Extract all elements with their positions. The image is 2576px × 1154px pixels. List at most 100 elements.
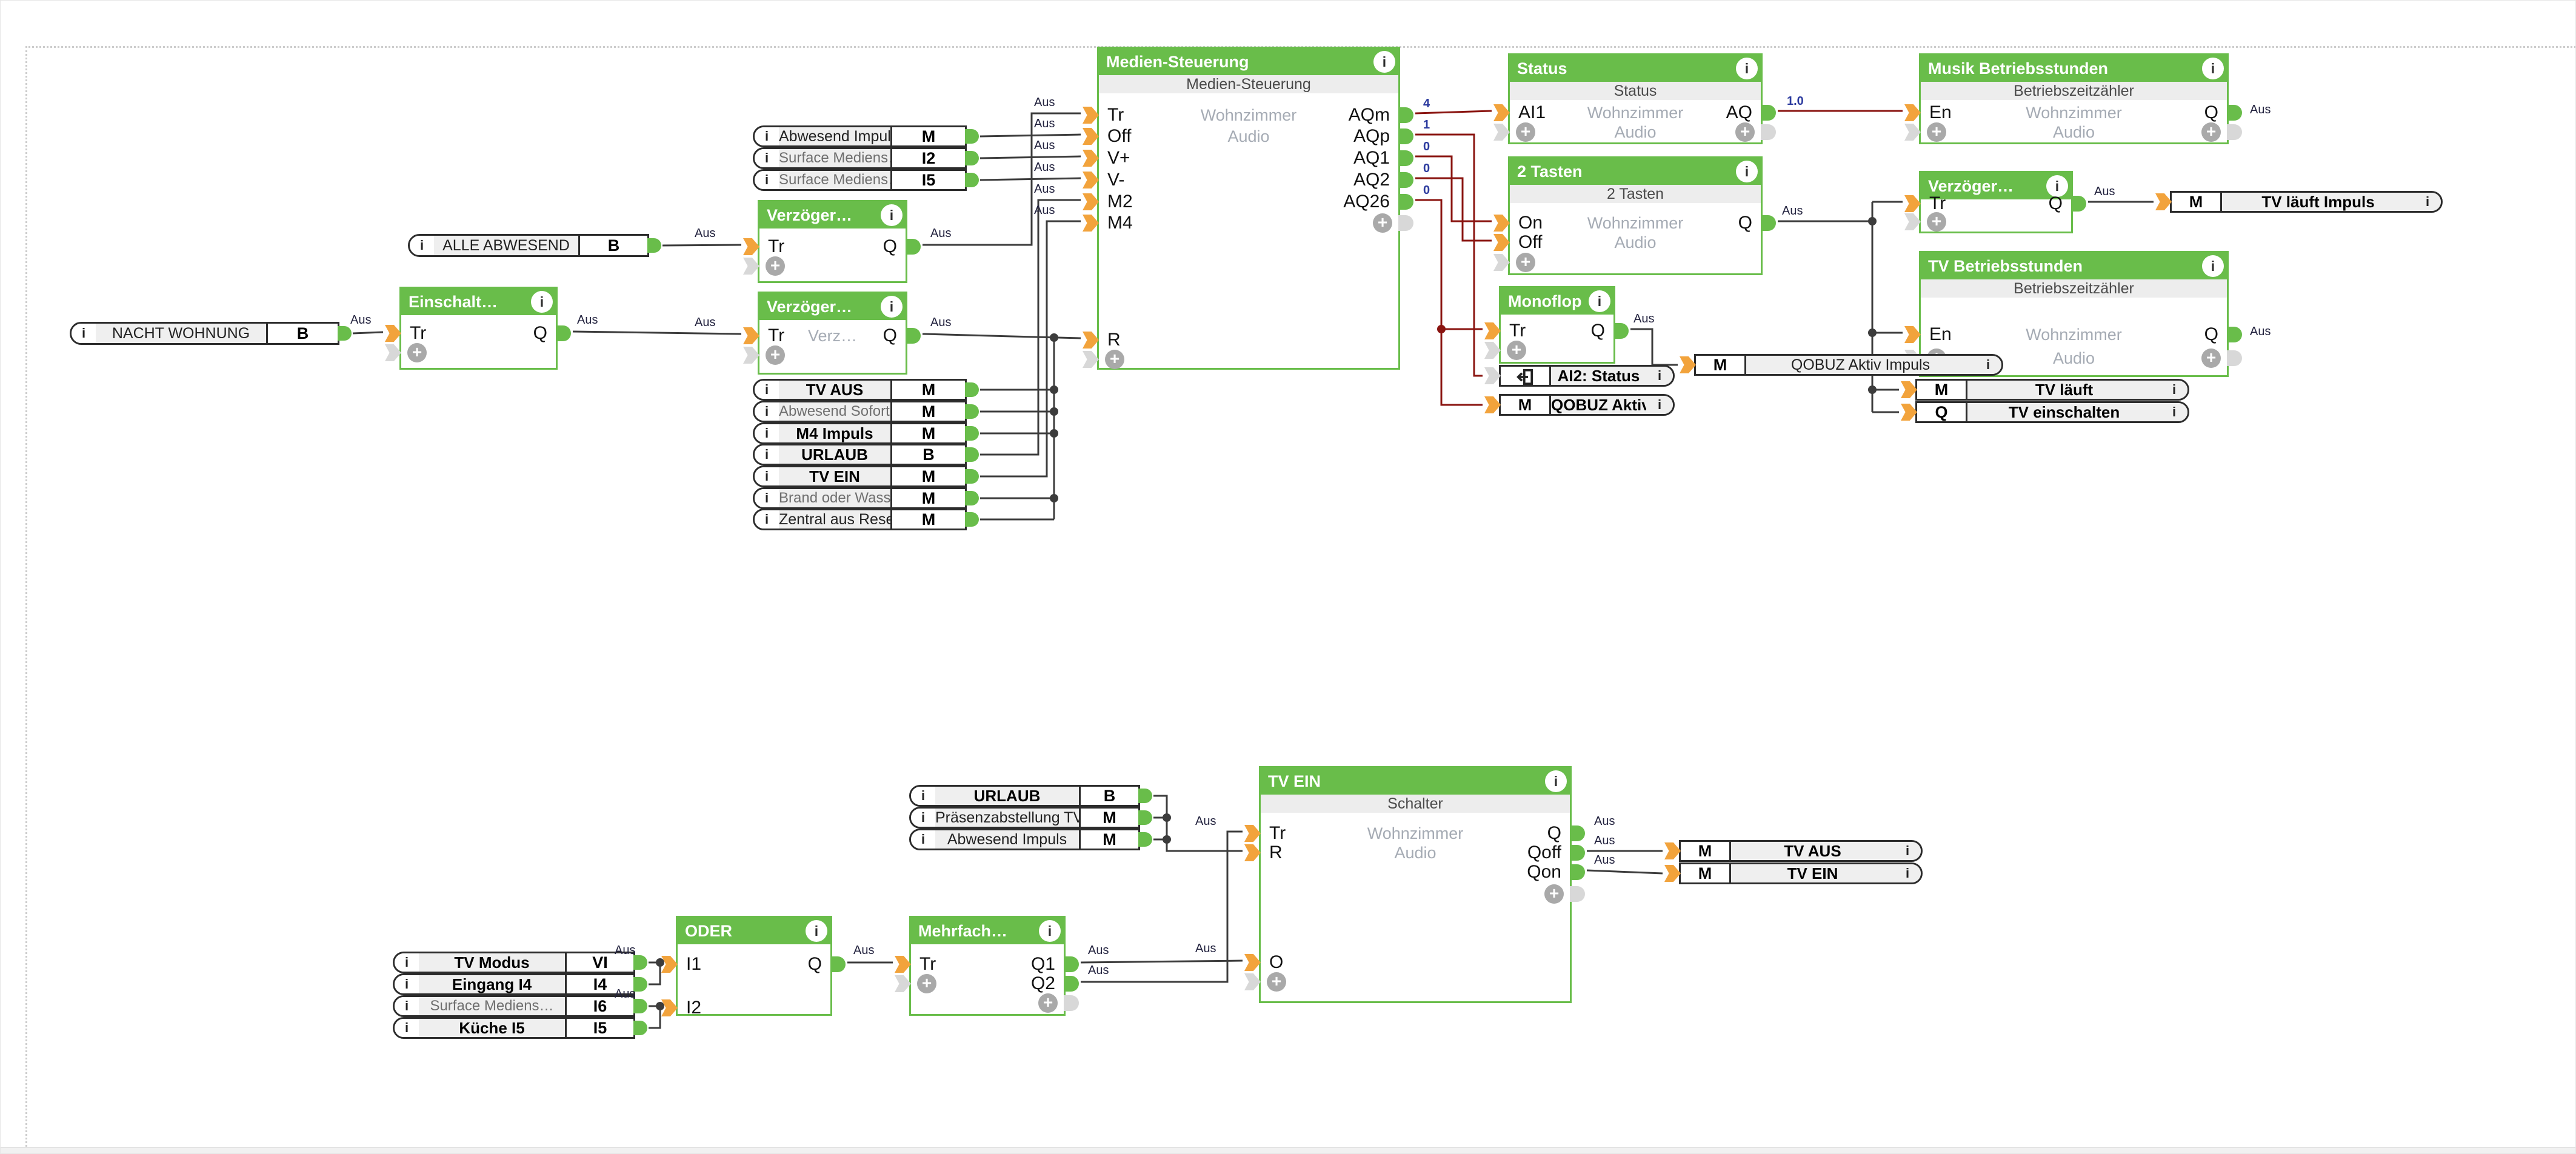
block-medien-steuerung[interactable]: Medien-Steuerung i Medien-Steuerung Wohnzim… [1083,47,1413,370]
output-connector[interactable] [1138,810,1152,825]
output-connector[interactable] [906,328,921,344]
info-icon[interactable]: i [911,809,935,827]
info-icon[interactable]: i [755,149,779,167]
info-icon[interactable]: i [395,975,419,993]
output-connector[interactable] [965,469,979,484]
info-icon[interactable]: i [531,291,553,313]
add-input-button[interactable]: + [1105,350,1124,369]
output-connector[interactable] [965,382,979,397]
output-connector[interactable] [633,1021,647,1035]
output-connector[interactable] [1398,128,1413,144]
block-zwei-tasten[interactable]: 2 Tasten i 2 Tasten Wohnzimmer Audio On Off + Q [1493,156,1776,275]
output-connector[interactable] [2227,327,2242,342]
add-input-button[interactable]: + [407,343,427,362]
info-icon[interactable]: i [755,489,779,507]
output-connector[interactable] [1138,789,1152,803]
input-reference-tv-aus-merker[interactable]: i TV AUS M [753,379,979,401]
input-reference-nacht-wohnung[interactable]: i NACHT WOHNUNG B [70,322,352,345]
output-connector[interactable] [647,238,661,253]
output-connector[interactable] [830,956,846,972]
output-connector[interactable] [965,447,979,462]
info-icon[interactable]: i [2202,255,2224,277]
output-connector[interactable] [1398,194,1413,210]
block-tv-ein-schalter[interactable]: TV EIN i Schalter Wohnzimmer Audio Tr R O + Q Qoff… [1244,766,1585,1003]
info-icon[interactable]: i [1646,367,1673,385]
info-icon[interactable]: i [2202,58,2224,79]
info-icon[interactable]: i [1589,290,1610,312]
output-connector[interactable] [1570,864,1585,880]
output-connector[interactable] [965,404,979,419]
output-connector[interactable] [556,325,571,341]
output-connector[interactable] [965,491,979,505]
info-icon[interactable]: i [911,830,935,849]
output-connector[interactable] [965,426,979,441]
info-icon[interactable]: i [881,296,903,318]
add-input-button[interactable]: + [1507,341,1526,360]
output-connector[interactable] [1064,976,1079,992]
info-icon[interactable]: i [755,510,779,529]
output-connector[interactable] [2227,105,2242,121]
info-icon[interactable]: i [755,467,779,485]
info-icon[interactable]: i [410,236,434,255]
diagram-canvas[interactable]: Medien-Steuerung i Medien-Steuerung Wohnzim… [0,0,2576,1154]
info-icon[interactable]: i [2161,381,2187,399]
info-icon[interactable]: i [1736,161,1758,182]
info-icon[interactable]: i [1736,58,1758,79]
add-input-button[interactable]: + [766,345,785,365]
output-reference-qobuz-aktiv[interactable]: M QOBUZ Aktiv i [1484,394,1675,416]
add-input-button[interactable]: + [1516,253,1535,272]
info-icon[interactable]: i [1646,396,1673,414]
output-connector[interactable] [1398,107,1413,123]
block-verzoegerung-3[interactable]: Verzöger… i Tr + Q [1904,171,2086,233]
output-connector[interactable] [1570,825,1585,841]
input-reference-urlaub-2[interactable]: i URLAUB B [909,785,1152,807]
output-reference-qobuz-aktiv-impuls[interactable]: M QOBUZ Aktiv Impuls i [1680,354,2003,376]
output-reference-ai2-status[interactable]: AI2: Status i [1484,365,1675,387]
info-icon[interactable]: i [2161,403,2187,421]
info-icon[interactable]: i [755,402,779,421]
output-connector[interactable] [1761,105,1776,121]
input-reference-praesenzabstellung-tv[interactable]: i Präsenzabstellung TV M [909,807,1152,829]
output-connector[interactable] [965,129,979,144]
add-output-button[interactable]: + [2201,122,2221,142]
info-icon[interactable]: i [911,787,935,805]
input-reference-eingang-i4[interactable]: i Eingang I4 I4 [393,973,647,995]
output-connector[interactable] [2071,196,2086,212]
add-output-button[interactable]: + [1373,213,1392,233]
block-monoflop[interactable]: Monoflop i Tr + Q [1484,286,1629,364]
output-connector[interactable] [1570,845,1585,861]
input-reference-brand-oder-wasser[interactable]: iBrand oder Wasser…M [753,487,979,509]
optional-output-connector[interactable] [1064,995,1079,1011]
output-connector[interactable] [965,173,979,187]
info-icon[interactable]: i [1894,842,1921,860]
add-input-button[interactable]: + [1267,972,1286,992]
output-connector[interactable] [1064,956,1079,972]
input-reference-abwesend-sofort-impuls[interactable]: iAbwesend Sofort Im…M [753,401,979,422]
block-musik-betriebsstunden[interactable]: Musik Betriebsstunden i Betriebszeitzähler… [1904,53,2242,144]
info-icon[interactable]: i [1894,864,1921,882]
block-einschalt[interactable]: Einschalt… i Tr + Q [385,287,571,370]
info-icon[interactable]: i [1039,920,1061,942]
output-connector[interactable] [1398,150,1413,166]
input-reference-abwesend-impuls[interactable]: i Abwesend Impuls M [753,125,979,147]
info-icon[interactable]: i [755,424,779,442]
input-reference-tv-ein-merker[interactable]: i TV EIN M [753,465,979,487]
info-icon[interactable]: i [806,920,827,942]
output-connector[interactable] [906,239,921,255]
output-connector[interactable] [965,151,979,165]
optional-output-connector[interactable] [2227,124,2242,140]
add-output-button[interactable]: + [2201,349,2221,368]
output-connector[interactable] [338,326,352,341]
add-input-button[interactable]: + [1927,122,1946,142]
output-connector[interactable] [965,512,979,527]
input-reference-abwesend-impuls-2[interactable]: i Abwesend Impuls M [909,829,1152,850]
output-connector[interactable] [1138,832,1152,847]
output-reference-tv-laeuft[interactable]: M TV läuft i [1901,379,2189,401]
output-connector[interactable] [1761,215,1776,231]
optional-output-connector[interactable] [1761,124,1776,140]
output-connector[interactable] [1398,172,1413,188]
info-icon[interactable]: i [755,127,779,145]
input-reference-m4-impuls[interactable]: i M4 Impuls M [753,422,979,444]
input-reference-kueche-i5[interactable]: i Küche I5 I5 [393,1017,647,1039]
info-icon[interactable]: i [2414,193,2441,211]
